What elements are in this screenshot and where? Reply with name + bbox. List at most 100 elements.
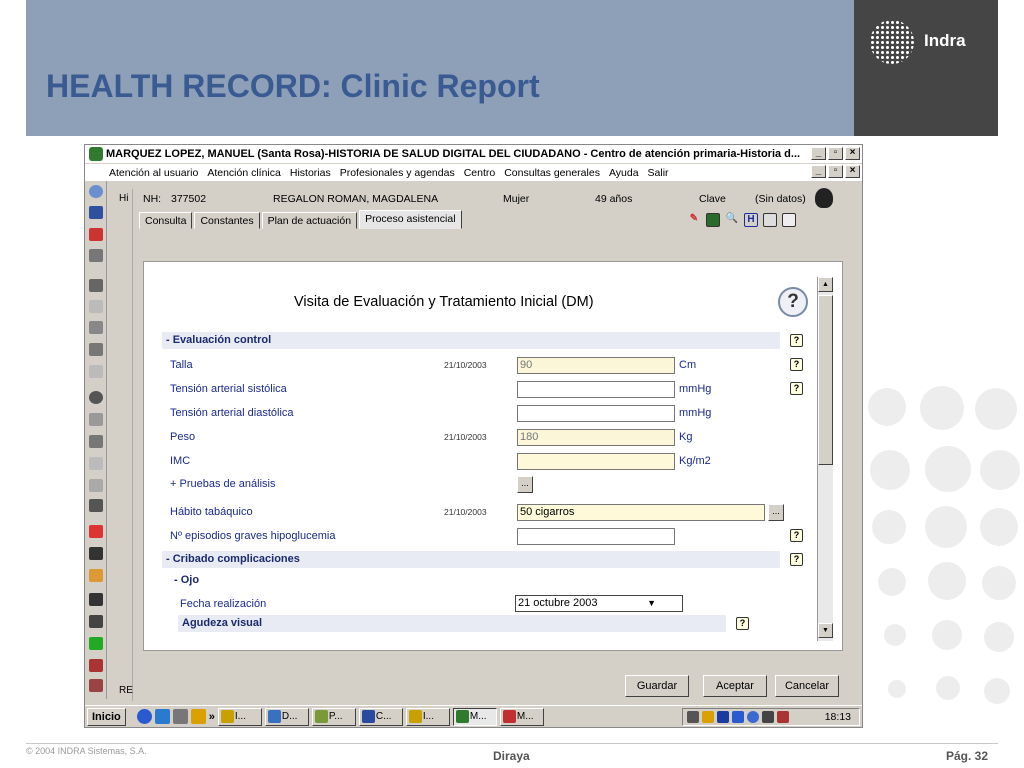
print-icon[interactable] [89, 343, 103, 356]
card-icon[interactable] [89, 525, 103, 538]
help-small-icon[interactable]: ? [790, 334, 803, 347]
input-tas[interactable] [517, 381, 675, 398]
menu-historias[interactable]: Historias [290, 167, 331, 179]
h-icon[interactable]: H [744, 213, 758, 227]
hand-icon[interactable] [172, 709, 188, 724]
bed-icon[interactable] [89, 593, 103, 606]
pages-icon[interactable] [89, 435, 103, 448]
task-button[interactable]: I... [405, 707, 450, 726]
square-icon[interactable] [89, 279, 103, 292]
paste-icon[interactable] [89, 321, 103, 334]
section-evaluacion-control[interactable]: - Evaluación control [162, 332, 780, 349]
cup-icon[interactable] [89, 659, 103, 672]
network-icon[interactable] [89, 615, 103, 628]
tab-proceso-asistencial[interactable]: Proceso asistencial [359, 210, 462, 229]
task-button[interactable]: P... [311, 707, 356, 726]
help-small-icon[interactable]: ? [736, 617, 749, 630]
tray-app-icon[interactable] [732, 711, 744, 723]
date-talla: 21/10/2003 [444, 360, 487, 370]
tree-icon[interactable] [89, 499, 103, 512]
help-icon[interactable]: ? [778, 287, 808, 317]
select-fecha[interactable]: 21 octubre 2003 ▼ [515, 595, 683, 612]
tray-app-icon[interactable] [702, 711, 714, 723]
tray-app-icon[interactable] [777, 711, 789, 723]
notebook-icon[interactable] [89, 206, 103, 219]
menu-centro[interactable]: Centro [464, 167, 496, 179]
help-small-icon[interactable]: ? [790, 529, 803, 542]
page-icon[interactable] [89, 413, 103, 426]
aceptar-button[interactable]: Aceptar [703, 675, 767, 697]
menu-consultas[interactable]: Consultas generales [504, 167, 600, 179]
task-button[interactable]: I... [217, 707, 262, 726]
calendar-icon[interactable] [706, 213, 720, 227]
input-episodios[interactable] [517, 528, 675, 545]
help-small-icon[interactable]: ? [790, 382, 803, 395]
magnifier-icon[interactable] [89, 391, 103, 404]
clock-app-icon[interactable] [190, 709, 206, 724]
restore-button[interactable]: ▫ [828, 147, 843, 160]
task-button-active[interactable]: M... [452, 707, 497, 726]
volume-icon[interactable] [687, 711, 699, 723]
edit-pencil-icon[interactable]: ✎ [687, 213, 701, 227]
task-button[interactable]: C... [358, 707, 403, 726]
edit-icon[interactable] [154, 709, 170, 724]
patient-avatar-icon[interactable] [815, 188, 833, 208]
menu-atencion-clinica[interactable]: Atención clínica [207, 167, 281, 179]
menu-atencion-usuario[interactable]: Atención al usuario [109, 167, 198, 179]
tab-consulta[interactable]: Consulta [139, 212, 193, 229]
section-cribado[interactable]: - Cribado complicaciones [162, 551, 780, 568]
minimize-button[interactable]: _ [811, 147, 826, 160]
doc-restore-button[interactable]: ▫ [828, 165, 843, 178]
home-icon[interactable] [89, 569, 103, 582]
subsection-ojo[interactable]: - Ojo [170, 572, 780, 589]
guardar-button[interactable]: Guardar [625, 675, 689, 697]
pruebas-browse-button[interactable]: ... [517, 476, 533, 493]
scissors-icon[interactable] [89, 300, 103, 313]
scroll-down-button[interactable]: ▼ [818, 623, 833, 638]
undo-icon[interactable] [89, 365, 103, 378]
start-button[interactable]: Inicio [87, 707, 126, 726]
lock-icon[interactable] [782, 213, 796, 227]
person-icon[interactable] [89, 547, 103, 560]
form-scrollbar[interactable]: ▲ ▼ [817, 277, 833, 641]
list-icon[interactable] [763, 213, 777, 227]
task-button[interactable]: D... [264, 707, 309, 726]
menu-salir[interactable]: Salir [648, 167, 669, 179]
menu-profesionales[interactable]: Profesionales y agendas [340, 167, 455, 179]
doc-minimize-button[interactable]: _ [811, 165, 826, 178]
tools-icon[interactable] [89, 679, 103, 692]
habito-browse-button[interactable]: ... [768, 504, 784, 521]
scroll-up-button[interactable]: ▲ [818, 277, 833, 292]
globe-icon[interactable] [89, 185, 103, 198]
copy-icon[interactable] [89, 249, 103, 262]
pruebas-analisis-toggle[interactable]: + Pruebas de análisis [170, 478, 275, 490]
help-small-icon[interactable]: ? [790, 553, 803, 566]
more-quicklaunch[interactable]: » [209, 711, 215, 723]
tray-app-icon[interactable] [747, 711, 759, 723]
input-imc[interactable] [517, 453, 675, 470]
input-talla[interactable]: 90 [517, 357, 675, 374]
cancelar-button[interactable]: Cancelar [775, 675, 839, 697]
input-tad[interactable] [517, 405, 675, 422]
input-peso[interactable]: 180 [517, 429, 675, 446]
help-small-icon[interactable]: ? [790, 358, 803, 371]
language-icon[interactable] [717, 711, 729, 723]
subsection-agudeza-visual[interactable]: Agudeza visual [178, 615, 726, 632]
task-button[interactable]: M... [499, 707, 544, 726]
doc-close-button[interactable]: × [845, 165, 860, 178]
tab-plan-actuacion[interactable]: Plan de actuación [261, 212, 358, 229]
tab-constantes[interactable]: Constantes [194, 212, 260, 229]
search-doc-icon[interactable]: 🔍 [725, 213, 739, 227]
decorative-dot [975, 388, 1017, 430]
label-tas: Tensión arterial sistólica [170, 383, 287, 395]
sort-icon[interactable] [89, 479, 103, 492]
flag-icon[interactable] [89, 637, 103, 650]
arrow-down-icon[interactable] [89, 457, 103, 470]
close-button[interactable]: × [845, 147, 860, 160]
tray-app-icon[interactable] [762, 711, 774, 723]
menu-ayuda[interactable]: Ayuda [609, 167, 639, 179]
ie-icon[interactable] [136, 709, 152, 724]
pencil-icon[interactable] [89, 228, 103, 241]
input-habito[interactable]: 50 cigarros [517, 504, 765, 521]
scroll-thumb[interactable] [818, 295, 833, 465]
